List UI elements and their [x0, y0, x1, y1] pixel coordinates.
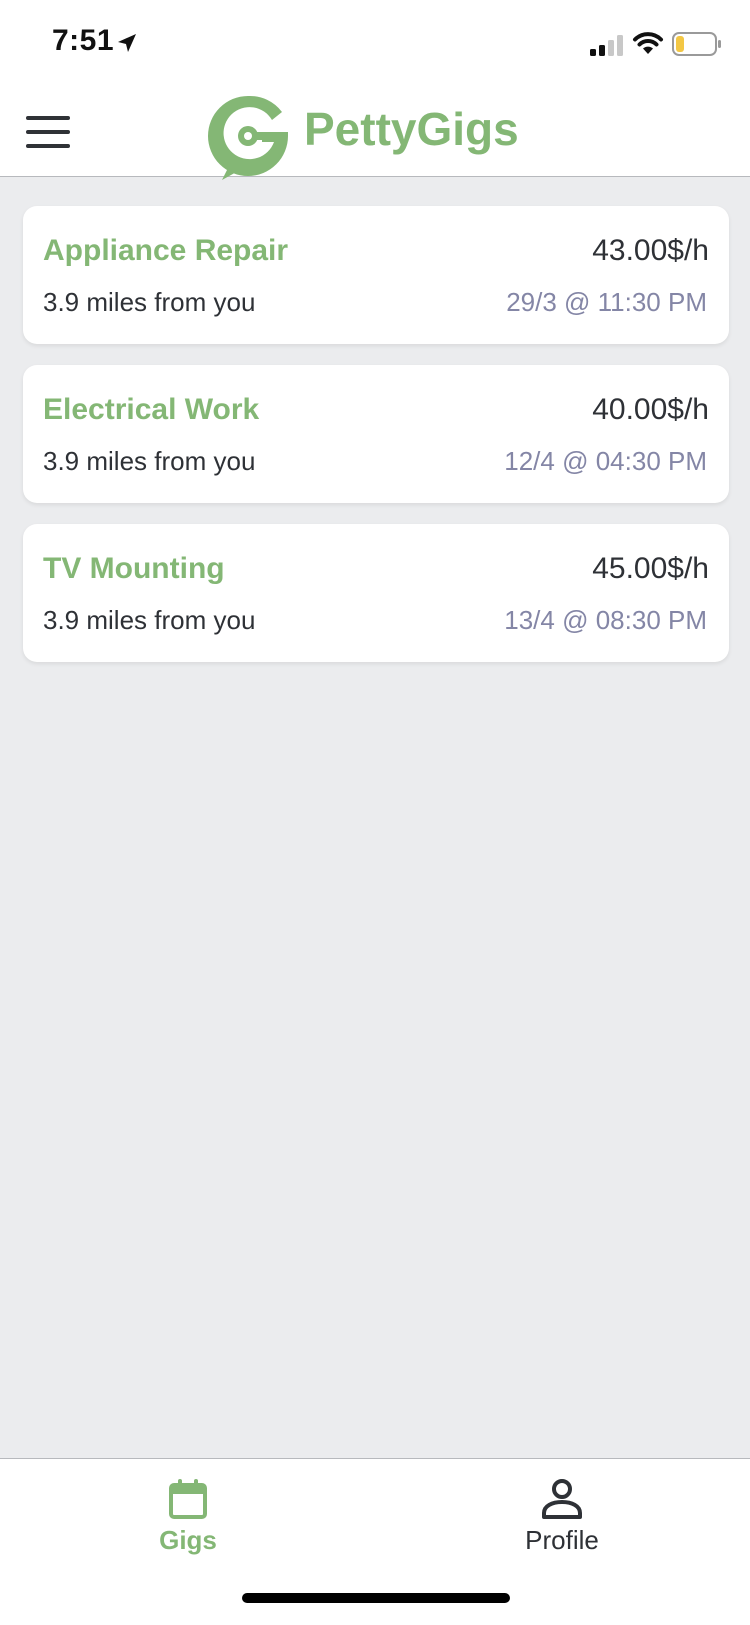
- person-icon: [542, 1479, 582, 1519]
- tab-gigs[interactable]: Gigs: [88, 1459, 288, 1569]
- tab-gigs-label: Gigs: [159, 1525, 217, 1555]
- gig-title: Electrical Work: [43, 393, 260, 426]
- gig-distance: 3.9 miles from you: [43, 605, 256, 635]
- pettygigs-logo-icon: [208, 95, 288, 180]
- menu-line: [26, 130, 70, 134]
- gig-distance: 3.9 miles from you: [43, 287, 256, 317]
- gig-title: TV Mounting: [43, 552, 225, 585]
- battery-icon: [672, 32, 721, 56]
- gig-card[interactable]: Appliance Repair 43.00$/h 3.9 miles from…: [23, 206, 729, 344]
- menu-line: [26, 116, 70, 120]
- menu-line: [26, 144, 70, 148]
- gig-rate: 45.00$/h: [592, 552, 709, 585]
- calendar-icon: [169, 1479, 207, 1519]
- status-bar: 7:51: [0, 0, 750, 90]
- app-name: PettyGigs: [304, 103, 519, 155]
- home-indicator: [242, 1593, 510, 1603]
- gig-card[interactable]: Electrical Work 40.00$/h 3.9 miles from …: [23, 365, 729, 503]
- location-arrow-icon: [118, 34, 136, 52]
- app-header: PettyGigs: [0, 90, 750, 180]
- bottom-tab-bar: Gigs Profile: [0, 1458, 750, 1625]
- gig-card[interactable]: TV Mounting 45.00$/h 3.9 miles from you …: [23, 524, 729, 662]
- gig-datetime: 13/4 @ 08:30 PM: [504, 605, 707, 635]
- status-time: 7:51: [52, 24, 115, 57]
- gig-rate: 43.00$/h: [592, 234, 709, 267]
- tab-profile-label: Profile: [525, 1525, 599, 1555]
- gig-list: Appliance Repair 43.00$/h 3.9 miles from…: [23, 206, 729, 683]
- gig-distance: 3.9 miles from you: [43, 446, 256, 476]
- wifi-icon: [633, 32, 663, 54]
- pettygigs-logo: PettyGigs: [202, 90, 562, 182]
- cellular-signal-icon: [590, 35, 623, 56]
- hamburger-menu-button[interactable]: [22, 112, 74, 152]
- gig-rate: 40.00$/h: [592, 393, 709, 426]
- gig-datetime: 29/3 @ 11:30 PM: [506, 287, 707, 317]
- gig-title: Appliance Repair: [43, 234, 289, 267]
- gig-datetime: 12/4 @ 04:30 PM: [504, 446, 707, 476]
- tab-profile[interactable]: Profile: [462, 1459, 662, 1569]
